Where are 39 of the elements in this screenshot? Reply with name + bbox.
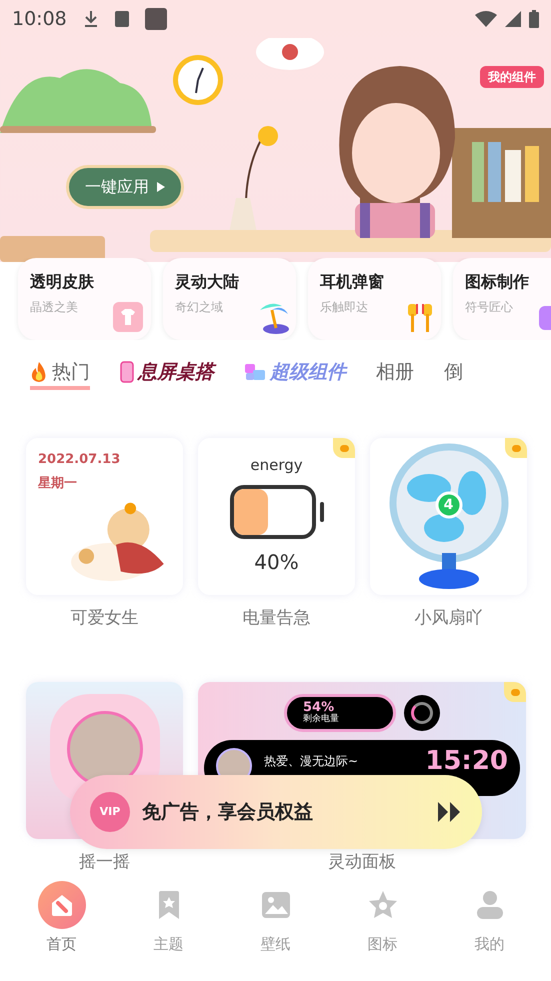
my-widgets-button[interactable]: 我的组件 <box>480 66 544 88</box>
category-card[interactable]: 图标制作 符号匠心 <box>453 258 551 340</box>
widget-card[interactable]: 2022.07.13 星期一 <box>26 438 183 595</box>
widget-label: 小风扇吖 <box>414 607 482 629</box>
category-subtitle: 符号匠心 <box>465 299 514 316</box>
widget-label: 灵动面板 <box>328 851 396 873</box>
category-tab[interactable]: 倒 <box>444 358 463 390</box>
category-subtitle: 晶透之美 <box>30 299 79 316</box>
widget-weekday: 星期一 <box>38 474 78 492</box>
widget-label: 摇一摇 <box>79 851 130 873</box>
battery-percent: 54% <box>303 700 334 714</box>
category-title: 图标制作 <box>465 271 529 293</box>
vip-badge: VIP <box>90 792 130 832</box>
category-title: 耳机弹窗 <box>320 271 384 293</box>
category-card[interactable]: 耳机弹窗 乐触即达 <box>308 258 441 340</box>
category-title: 透明皮肤 <box>30 271 94 293</box>
category-subtitle: 乐触即达 <box>320 299 369 316</box>
apply-button[interactable]: 一键应用 <box>66 165 184 209</box>
clock-text: 15:20 <box>425 748 508 774</box>
category-tab[interactable]: 热门 <box>30 358 90 390</box>
widget-label: 电量告急 <box>242 607 310 629</box>
song-title: 热爱、漫无边际~ <box>264 753 358 770</box>
category-tab[interactable]: 息屏桌搭 <box>120 358 214 390</box>
fan-speed-label: 4 <box>442 496 454 515</box>
widget-label: 可爱女生 <box>70 607 138 629</box>
battery-caption: 剩余电量 <box>303 714 340 726</box>
vip-promo-toast[interactable]: VIP 免广告，享会员权益 <box>70 775 482 849</box>
widget-card[interactable]: energy 40% <box>198 438 355 595</box>
widget-title: energy <box>250 455 303 476</box>
status-time: 10:08 <box>12 6 67 32</box>
category-card[interactable]: 透明皮肤 晶透之美 <box>18 258 151 340</box>
category-subtitle: 奇幻之域 <box>175 299 224 316</box>
category-tab[interactable]: 超级组件 <box>244 358 346 390</box>
nav-tab[interactable]: 首页 <box>22 881 102 956</box>
category-title: 灵动大陆 <box>175 271 239 293</box>
battery-reading: 40% <box>254 548 299 576</box>
category-tab[interactable]: 相册 <box>376 358 414 390</box>
category-card[interactable]: 灵动大陆 奇幻之域 <box>163 258 296 340</box>
widget-date: 2022.07.13 <box>38 451 122 469</box>
